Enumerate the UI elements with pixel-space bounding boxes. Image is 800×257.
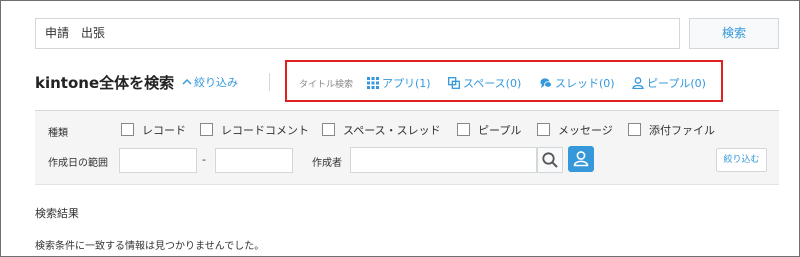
checkbox-label: メッセージ: [558, 124, 613, 137]
search-page: 申請 出張 検索 kintone全体を検索 絞り込み タイトル検索 アプリ(1)…: [0, 0, 800, 257]
type-checkbox-attachment[interactable]: 添付ファイル: [628, 122, 715, 137]
checkbox[interactable]: [121, 123, 134, 136]
narrow-down-link-label: 絞り込み: [194, 76, 238, 89]
checkbox[interactable]: [537, 123, 550, 136]
creator-select-user-button[interactable]: [568, 146, 594, 172]
date-to-input[interactable]: [215, 148, 293, 173]
title-search-app-label: アプリ(1): [382, 77, 431, 90]
checkbox[interactable]: [628, 123, 641, 136]
title-search-thread-link[interactable]: スレッド(0): [540, 75, 615, 91]
checkbox[interactable]: [322, 123, 335, 136]
page-title: kintone全体を検索: [35, 74, 175, 92]
title-search-thread-label: スレッド(0): [555, 77, 615, 90]
search-icon: [542, 152, 558, 168]
type-checkbox-record[interactable]: レコード: [121, 122, 186, 137]
type-checkbox-space-thread[interactable]: スペース・スレッド: [322, 122, 441, 137]
date-from-input[interactable]: [119, 148, 197, 173]
type-checkbox-record-comment[interactable]: レコードコメント: [200, 122, 309, 137]
date-separator: -: [202, 153, 206, 166]
creator-search-button[interactable]: [537, 147, 563, 173]
checkbox[interactable]: [457, 123, 470, 136]
checkbox-label: レコード: [142, 124, 186, 137]
divider: [269, 73, 270, 91]
title-search-space-label: スペース(0): [463, 77, 522, 90]
creator-input[interactable]: [350, 147, 537, 173]
search-input[interactable]: 申請 出張: [35, 18, 680, 49]
chevron-up-icon: [182, 79, 192, 85]
title-search-people-link[interactable]: ピープル(0): [632, 75, 706, 91]
thread-icon: [540, 78, 552, 88]
type-label: 種類: [48, 128, 68, 139]
checkbox-label: レコードコメント: [221, 124, 309, 137]
title-search-space-link[interactable]: スペース(0): [448, 75, 521, 91]
creator-label: 作成者: [312, 158, 342, 169]
narrow-down-button[interactable]: 絞り込む: [716, 148, 767, 172]
title-search-app-link[interactable]: アプリ(1): [367, 75, 431, 91]
person-icon: [632, 77, 644, 89]
checkbox-label: スペース・スレッド: [343, 124, 441, 137]
checkbox-label: ピープル: [478, 124, 522, 137]
type-checkbox-message[interactable]: メッセージ: [537, 122, 613, 137]
date-range-label: 作成日の範囲: [48, 158, 108, 169]
person-icon: [573, 151, 589, 167]
space-icon: [448, 77, 460, 89]
checkbox-label: 添付ファイル: [649, 124, 715, 137]
title-search-label: タイトル検索: [299, 80, 354, 90]
grid-icon: [367, 77, 379, 89]
narrow-down-link[interactable]: 絞り込み: [182, 74, 238, 90]
results-heading: 検索結果: [35, 207, 79, 220]
type-checkbox-people[interactable]: ピープル: [457, 122, 522, 137]
checkbox[interactable]: [200, 123, 213, 136]
results-message: 検索条件に一致する情報は見つかりませんでした。: [35, 241, 265, 252]
title-search-people-label: ピープル(0): [647, 77, 706, 90]
search-button[interactable]: 検索: [689, 18, 779, 49]
